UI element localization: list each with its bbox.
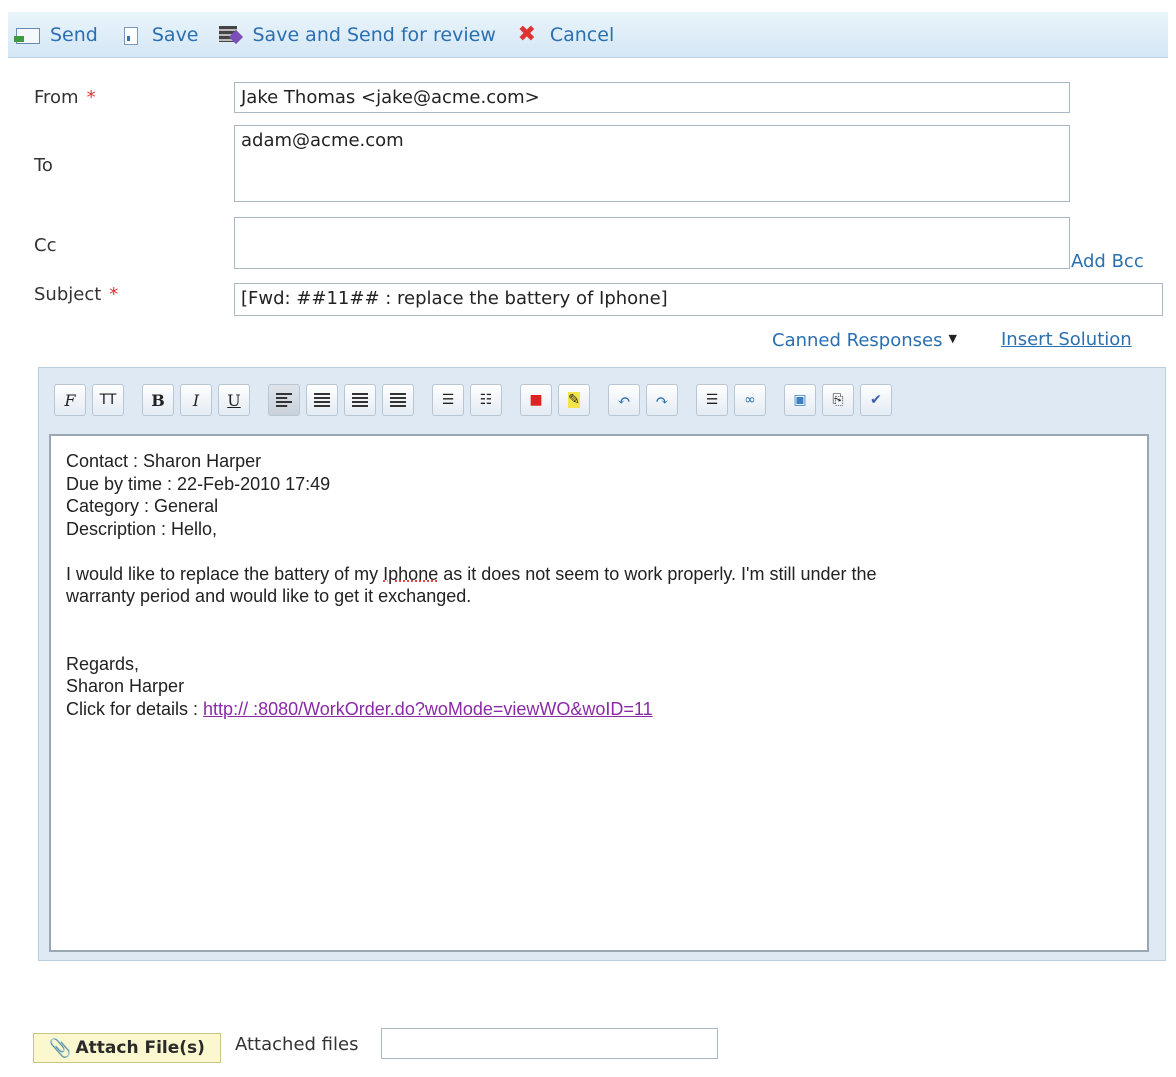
image-icon: ▣: [793, 392, 807, 408]
cc-field[interactable]: [234, 217, 1070, 269]
italic-button[interactable]: I: [180, 384, 212, 416]
caret-down-icon: ▼: [948, 332, 957, 345]
highlight-button[interactable]: ✎: [558, 384, 590, 416]
body-line: Regards,: [66, 653, 140, 674]
cc-label: Cc: [34, 235, 57, 256]
undo-button[interactable]: ↶: [608, 384, 640, 416]
action-toolbar: Send Save Save and Send for review ✖ Can…: [8, 12, 1168, 58]
horizontal-rule-button[interactable]: ☰: [696, 384, 728, 416]
align-center-button[interactable]: [306, 384, 338, 416]
misspelled-word: Iphone: [383, 563, 439, 584]
attach-files-button[interactable]: 📎 Attach File(s): [33, 1033, 221, 1063]
paste-icon: ⎘: [832, 392, 844, 408]
attached-files-field[interactable]: [381, 1028, 718, 1059]
editor-toolbar: F TT B I U ☰ ☷ ■ ✎ ↶ ↷ ☰ ∞ ▣ ⎘ ✔: [39, 368, 1165, 432]
body-line: warranty period and would like to get it…: [66, 586, 472, 606]
body-line: Click for details : http:// :8080/WorkOr…: [66, 698, 653, 719]
align-left-button[interactable]: [268, 384, 300, 416]
horizontal-rule-icon: ☰: [705, 392, 719, 408]
review-icon: [217, 24, 243, 46]
send-icon: [14, 24, 40, 46]
cancel-icon: ✖: [517, 21, 537, 47]
rich-text-editor: F TT B I U ☰ ☷ ■ ✎ ↶ ↷ ☰ ∞ ▣ ⎘ ✔ Contact…: [38, 367, 1166, 961]
send-label: Send: [50, 23, 98, 46]
details-link[interactable]: http:// :8080/WorkOrder.do?woMode=viewWO…: [203, 699, 653, 719]
unordered-list-button[interactable]: ☷: [470, 384, 502, 416]
link-icon: ∞: [744, 392, 756, 408]
highlight-icon: ✎: [568, 392, 580, 408]
spellcheck-button[interactable]: ✔: [860, 384, 892, 416]
text-color-button[interactable]: ■: [520, 384, 552, 416]
text-color-icon: ■: [529, 392, 543, 408]
body-line: Due by time : 22-Feb-2010 17:49: [66, 473, 331, 494]
editor-content[interactable]: Contact : Sharon Harper Due by time : 22…: [49, 434, 1149, 952]
ordered-list-icon: ☰: [441, 392, 455, 408]
insert-solution-link[interactable]: Insert Solution: [1001, 329, 1132, 350]
required-marker: *: [109, 284, 119, 305]
align-left-icon: [276, 393, 292, 407]
cancel-label: Cancel: [549, 23, 615, 46]
to-label: To: [34, 155, 53, 176]
justify-icon: [390, 393, 406, 407]
body-line: Description : Hello,: [66, 518, 218, 539]
bold-button[interactable]: B: [142, 384, 174, 416]
from-field[interactable]: Jake Thomas <jake@acme.com>: [234, 82, 1070, 113]
save-and-send-for-review-button[interactable]: Save and Send for review: [217, 24, 496, 46]
paperclip-icon: 📎: [49, 1037, 72, 1059]
save-review-label: Save and Send for review: [252, 23, 496, 46]
align-center-icon: [314, 393, 330, 407]
save-button[interactable]: Save: [116, 24, 199, 46]
from-label: From *: [34, 87, 96, 108]
save-label: Save: [151, 23, 199, 46]
add-bcc-link[interactable]: Add Bcc: [1071, 251, 1144, 272]
spellcheck-icon: ✔: [870, 392, 882, 408]
justify-button[interactable]: [382, 384, 414, 416]
body-line: Category : General: [66, 496, 219, 516]
ordered-list-button[interactable]: ☰: [432, 384, 464, 416]
body-line: Sharon Harper: [66, 676, 185, 696]
undo-icon: ↶: [617, 390, 631, 410]
to-field[interactable]: adam@acme.com: [234, 125, 1070, 202]
required-marker: *: [86, 87, 96, 108]
save-icon: [116, 24, 142, 46]
paste-button[interactable]: ⎘: [822, 384, 854, 416]
redo-button[interactable]: ↷: [646, 384, 678, 416]
body-paragraph: I would like to replace the battery of m…: [66, 563, 877, 584]
font-size-button[interactable]: TT: [92, 384, 124, 416]
canned-responses-dropdown[interactable]: Canned Responses ▼: [772, 330, 957, 351]
unordered-list-icon: ☷: [479, 392, 493, 408]
align-right-button[interactable]: [344, 384, 376, 416]
underline-button[interactable]: U: [218, 384, 250, 416]
subject-label: Subject *: [34, 284, 119, 305]
font-family-button[interactable]: F: [54, 384, 86, 416]
align-right-icon: [352, 393, 368, 407]
attached-files-label: Attached files: [235, 1034, 359, 1055]
redo-icon: ↷: [655, 390, 669, 410]
cancel-button[interactable]: ✖ Cancel: [514, 21, 615, 47]
insert-image-button[interactable]: ▣: [784, 384, 816, 416]
insert-link-button[interactable]: ∞: [734, 384, 766, 416]
send-button[interactable]: Send: [14, 24, 98, 46]
body-line: Contact : Sharon Harper: [66, 451, 262, 471]
subject-field[interactable]: [Fwd: ##11## : replace the battery of Ip…: [234, 283, 1163, 316]
